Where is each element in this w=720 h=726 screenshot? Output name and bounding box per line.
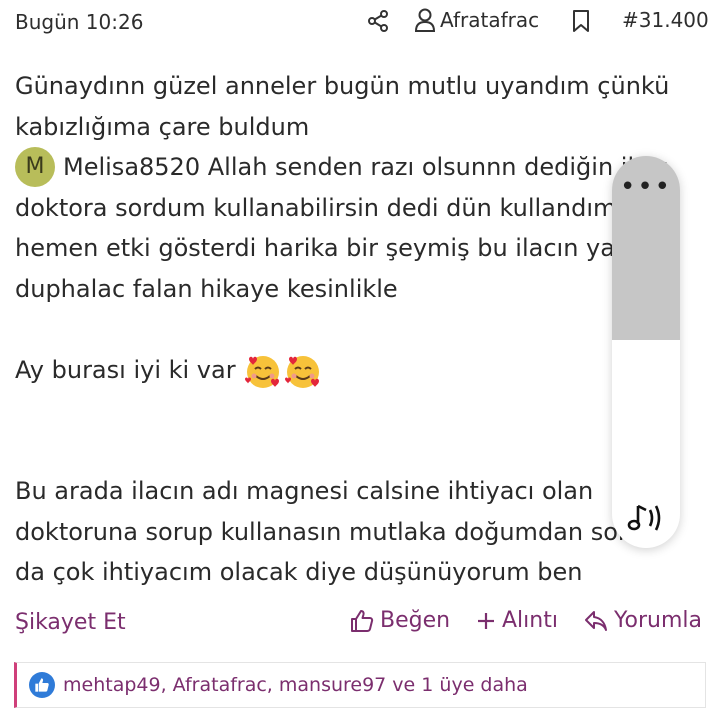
post-line: doktora sordum kullanabilirsin dedi dün … [15, 193, 617, 222]
post-line-emoji: Ay burası iyi ki var [15, 350, 715, 391]
like-button[interactable]: Beğen [350, 608, 450, 633]
like-badge-icon [29, 672, 55, 698]
quote-button[interactable]: Alıntı [476, 608, 558, 633]
post-line: doktoruna sorup kullanasın mutlaka doğum… [15, 517, 658, 546]
post-line: kabızlığıma çare buldum [15, 112, 310, 141]
likes-text[interactable]: mehtap49, Afratafrac, mansure97 ve 1 üye… [63, 674, 528, 696]
smiling-face-with-hearts-icon [245, 355, 280, 388]
likes-bar[interactable]: mehtap49, Afratafrac, mansure97 ve 1 üye… [14, 662, 706, 708]
bookmark-icon[interactable] [570, 9, 592, 33]
post-line-text: Ay burası iyi ki var [15, 355, 236, 384]
post-line: hemen etki gösterdi harika bir şeymiş bu… [15, 234, 682, 262]
post-body: Günaydınn güzel anneler bugün mutlu uyan… [15, 66, 715, 593]
like-label: Beğen [380, 608, 451, 633]
author-name: Afratafrac [440, 8, 540, 32]
floating-sound-panel[interactable]: ••• [612, 156, 680, 548]
avatar[interactable]: M [15, 147, 55, 188]
post-actions: Şikayet Et Beğen Alıntı Yorumla [0, 600, 720, 648]
quote-mention[interactable]: M Melisa8520 Allah senden razı olsunnn d… [15, 147, 715, 188]
smiling-face-with-hearts-icon [285, 355, 320, 388]
reply-button[interactable]: Yorumla [584, 608, 702, 633]
user-icon [414, 8, 436, 32]
reply-icon [585, 610, 607, 631]
post-line: da çok ihtiyacım olacak diye düşünüyorum… [15, 558, 583, 586]
post-line: Bu arada ilacın adı magnesi calsine ihti… [15, 477, 594, 505]
report-button[interactable]: Şikayet Et [15, 610, 126, 635]
quote-label: Alıntı [502, 608, 558, 633]
more-options-icon[interactable]: ••• [612, 174, 680, 200]
quote-text: Melisa8520 Allah senden razı olsunnn ded… [63, 153, 669, 181]
post-time: Bugün 10:26 [15, 10, 144, 34]
post-number[interactable]: #31.400 [622, 8, 709, 32]
sound-note-icon[interactable] [626, 500, 666, 536]
author-link[interactable]: Afratafrac [414, 8, 539, 32]
post-line: Günaydınn güzel anneler bugün mutlu uyan… [15, 72, 670, 100]
reply-label: Yorumla [614, 608, 702, 633]
post-line: duphalac falan hikaye kesinlikle [15, 274, 398, 303]
share-icon[interactable] [366, 9, 390, 33]
post-header: Bugün 10:26 Afratafrac #31.400 [0, 0, 720, 44]
plus-icon [478, 612, 494, 629]
thumbs-up-icon [351, 609, 374, 632]
